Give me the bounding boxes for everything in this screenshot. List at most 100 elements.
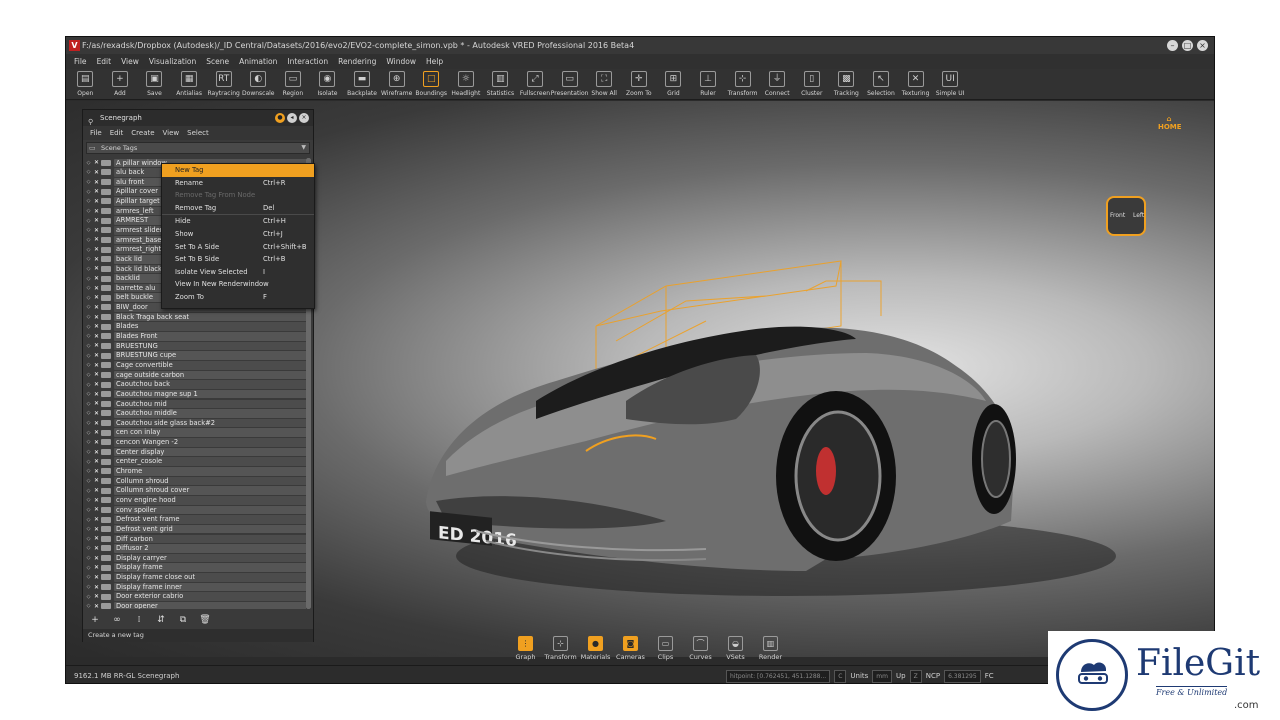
menu-scene[interactable]: Scene xyxy=(201,54,234,69)
visibility-toggle-icon[interactable]: ✕ xyxy=(92,236,101,243)
toolbar-isolate-button[interactable]: ◉ Isolate xyxy=(310,69,345,100)
visibility-toggle-icon[interactable]: ✕ xyxy=(92,275,101,282)
expand-icon[interactable]: ◇ xyxy=(85,304,92,310)
expand-icon[interactable]: ◇ xyxy=(85,449,92,455)
expand-icon[interactable]: ◇ xyxy=(85,507,92,513)
menu-rendering[interactable]: Rendering xyxy=(333,54,381,69)
list-item[interactable]: ◇ ✕ Caoutchou side glass back#2 xyxy=(85,418,310,428)
visibility-toggle-icon[interactable]: ✕ xyxy=(92,362,101,369)
visibility-toggle-icon[interactable]: ✕ xyxy=(92,439,101,446)
scenegraph-menu-create[interactable]: Create xyxy=(127,126,158,140)
expand-icon[interactable]: ◇ xyxy=(85,545,92,551)
list-item[interactable]: ◇ ✕ Diff carbon xyxy=(85,534,310,544)
expand-icon[interactable]: ◇ xyxy=(85,189,92,195)
list-item[interactable]: ◇ ✕ Display frame close out xyxy=(85,573,310,583)
toolbar-transform-button[interactable]: ⊹ Transform xyxy=(725,69,760,100)
visibility-toggle-icon[interactable]: ✕ xyxy=(92,159,101,166)
visibility-toggle-icon[interactable]: ✕ xyxy=(92,545,101,552)
duplicate-icon[interactable]: ⧉ xyxy=(177,615,189,625)
dock-graph-button[interactable]: ⋮ Graph xyxy=(508,634,543,664)
expand-icon[interactable]: ◇ xyxy=(85,285,92,291)
link-icon[interactable]: ∞ xyxy=(111,615,123,625)
expand-icon[interactable]: ◇ xyxy=(85,565,92,571)
expand-icon[interactable]: ◇ xyxy=(85,227,92,233)
toolbar-ruler-button[interactable]: ⊥ Ruler xyxy=(691,69,726,100)
expand-icon[interactable]: ◇ xyxy=(85,517,92,523)
expand-icon[interactable]: ◇ xyxy=(85,555,92,561)
toolbar-add-button[interactable]: + Add xyxy=(103,69,138,100)
list-item[interactable]: ◇ ✕ Collumn shroud cover xyxy=(85,486,310,496)
expand-icon[interactable]: ◇ xyxy=(85,237,92,243)
list-item[interactable]: ◇ ✕ Black Traga back seat xyxy=(85,312,310,322)
list-item[interactable]: ◇ ✕ Collumn shroud xyxy=(85,476,310,486)
list-item[interactable]: ◇ ✕ Blades Front xyxy=(85,332,310,342)
list-item[interactable]: ◇ ✕ BRUESTUNG cupe xyxy=(85,351,310,361)
scene-tags-dropdown[interactable]: ▭ Scene Tags ▼ xyxy=(86,142,310,154)
visibility-toggle-icon[interactable]: ✕ xyxy=(92,256,101,263)
visibility-toggle-icon[interactable]: ✕ xyxy=(92,458,101,465)
visibility-toggle-icon[interactable]: ✕ xyxy=(92,477,101,484)
toolbar-selection-button[interactable]: ↖ Selection xyxy=(864,69,899,100)
list-item[interactable]: ◇ ✕ Diffusor 2 xyxy=(85,544,310,554)
visibility-toggle-icon[interactable]: ✕ xyxy=(92,323,101,330)
toolbar-show-all-button[interactable]: ⛶ Show All xyxy=(587,69,622,100)
expand-icon[interactable]: ◇ xyxy=(85,276,92,282)
expand-icon[interactable]: ◇ xyxy=(85,536,92,542)
list-item[interactable]: ◇ ✕ cen con inlay xyxy=(85,428,310,438)
toolbar-cluster-button[interactable]: ▯ Cluster xyxy=(794,69,829,100)
expand-icon[interactable]: ◇ xyxy=(85,295,92,301)
visibility-toggle-icon[interactable]: ✕ xyxy=(92,188,101,195)
list-item[interactable]: ◇ ✕ Door exterior cabrio xyxy=(85,592,310,602)
expand-icon[interactable]: ◇ xyxy=(85,343,92,349)
toolbar-zoom-to-button[interactable]: ✛ Zoom To xyxy=(622,69,657,100)
list-item[interactable]: ◇ ✕ Cage convertible xyxy=(85,360,310,370)
list-item[interactable]: ◇ ✕ Display carryer xyxy=(85,553,310,563)
expand-icon[interactable]: ◇ xyxy=(85,410,92,416)
context-menu-new-tag[interactable]: New Tag xyxy=(162,164,314,177)
list-item[interactable]: ◇ ✕ cencon Wangen -2 xyxy=(85,438,310,448)
view-cube-left[interactable]: Left xyxy=(1133,212,1144,219)
visibility-toggle-icon[interactable]: ✕ xyxy=(92,487,101,494)
expand-icon[interactable]: ◇ xyxy=(85,420,92,426)
maximize-button[interactable]: □ xyxy=(1182,40,1193,51)
context-menu-set-to-a-side[interactable]: Set To A Side Ctrl+Shift+B xyxy=(162,241,314,254)
expand-icon[interactable]: ◇ xyxy=(85,603,92,609)
visibility-toggle-icon[interactable]: ✕ xyxy=(92,342,101,349)
toolbar-save-button[interactable]: ▣ Save xyxy=(137,69,172,100)
scenegraph-menu-select[interactable]: Select xyxy=(183,126,213,140)
panel-float-button[interactable]: ◂ xyxy=(287,113,297,123)
list-item[interactable]: ◇ ✕ Caoutchou back xyxy=(85,380,310,390)
list-item[interactable]: ◇ ✕ conv spoiler xyxy=(85,505,310,515)
context-menu-isolate-view-selected[interactable]: Isolate View Selected I xyxy=(162,266,314,279)
context-menu-hide[interactable]: Hide Ctrl+H xyxy=(162,215,314,228)
expand-icon[interactable]: ◇ xyxy=(85,160,92,166)
visibility-toggle-icon[interactable]: ✕ xyxy=(92,410,101,417)
expand-icon[interactable]: ◇ xyxy=(85,198,92,204)
expand-icon[interactable]: ◇ xyxy=(85,430,92,436)
home-icon[interactable]: ⌂ HOME xyxy=(1158,115,1182,133)
visibility-toggle-icon[interactable]: ✕ xyxy=(92,227,101,234)
list-item[interactable]: ◇ ✕ Door opener xyxy=(85,601,310,609)
expand-icon[interactable]: ◇ xyxy=(85,574,92,580)
expand-icon[interactable]: ◇ xyxy=(85,324,92,330)
expand-icon[interactable]: ◇ xyxy=(85,584,92,590)
visibility-toggle-icon[interactable]: ✕ xyxy=(92,400,101,407)
visibility-toggle-icon[interactable]: ✕ xyxy=(92,564,101,571)
close-button[interactable]: × xyxy=(1197,40,1208,51)
expand-icon[interactable]: ◇ xyxy=(85,439,92,445)
list-item[interactable]: ◇ ✕ cage outside carbon xyxy=(85,370,310,380)
scenegraph-menu-view[interactable]: View xyxy=(159,126,184,140)
view-cube-front[interactable]: Front xyxy=(1110,212,1125,219)
trash-icon[interactable]: 🗑 xyxy=(199,615,211,625)
visibility-toggle-icon[interactable]: ✕ xyxy=(92,429,101,436)
visibility-toggle-icon[interactable]: ✕ xyxy=(92,584,101,591)
menu-window[interactable]: Window xyxy=(381,54,421,69)
context-menu-zoom-to[interactable]: Zoom To F xyxy=(162,291,314,304)
sort-icon[interactable]: ⇵ xyxy=(155,615,167,625)
dock-cameras-button[interactable]: ◙ Cameras xyxy=(613,634,648,664)
expand-icon[interactable]: ◇ xyxy=(85,179,92,185)
list-item[interactable]: ◇ ✕ center_cosole xyxy=(85,457,310,467)
visibility-toggle-icon[interactable]: ✕ xyxy=(92,449,101,456)
visibility-toggle-icon[interactable]: ✕ xyxy=(92,314,101,321)
expand-icon[interactable]: ◇ xyxy=(85,459,92,465)
